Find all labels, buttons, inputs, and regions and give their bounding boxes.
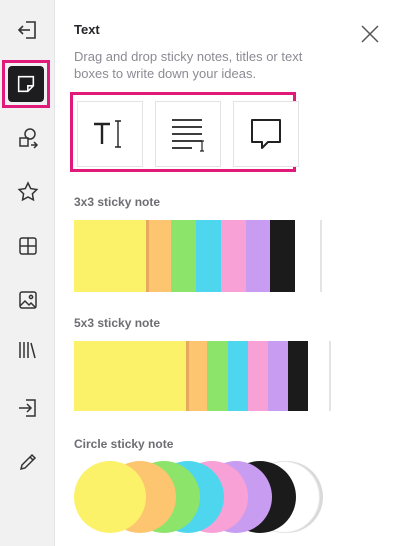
paragraph-text-tool[interactable] [155,101,221,167]
title-text-tool[interactable] [77,101,143,167]
sidebar [0,0,55,546]
sticky-notes-panel: Text Drag and drop sticky notes, titles … [55,0,405,546]
title-text-icon [94,120,121,148]
collapse-icon [17,21,36,39]
panel-description: Drag and drop sticky notes, titles or te… [74,49,303,81]
collapse-panel-button[interactable] [0,6,55,54]
frames-tool-button[interactable] [0,222,55,270]
section-label-circle: Circle sticky note [74,437,174,451]
section-label-3x3: 3x3 sticky note [74,195,161,209]
shapes-icon [18,128,38,149]
speech-bubble-icon [251,119,281,149]
sticky-circle-stack[interactable] [73,461,333,541]
import-tool-button[interactable] [0,384,55,432]
close-icon [361,25,379,43]
images-tool-button[interactable] [0,276,55,324]
sticky-5x3-stack[interactable] [74,341,334,411]
import-icon [18,399,36,417]
favorites-tool-button[interactable] [0,168,55,216]
sticky-note-icon [17,75,35,93]
panel-title: Text [74,22,100,37]
comment-bubble-tool[interactable] [233,101,299,167]
star-icon [17,181,38,202]
library-tool-button[interactable] [0,326,55,374]
image-icon [18,291,37,309]
pen-tool-button[interactable] [0,438,55,486]
sticky-notes-tool-button[interactable] [2,60,50,108]
grid-icon [18,237,37,255]
library-icon [18,342,36,359]
section-label-5x3: 5x3 sticky note [74,316,161,330]
shapes-tool-button[interactable] [0,114,55,162]
pencil-icon [19,453,36,471]
text-tools-group [70,92,299,172]
sticky-3x3-stack[interactable] [74,220,324,292]
close-button[interactable] [360,24,380,44]
paragraph-text-icon [172,119,204,152]
